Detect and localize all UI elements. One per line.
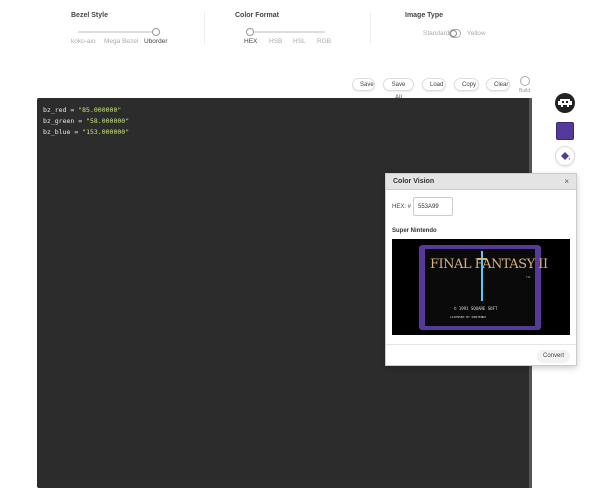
color-format-slider-track[interactable]	[250, 31, 325, 33]
bezel-option-koko-aio[interactable]: koko-aio	[71, 38, 96, 45]
panel-header: Color Vision ×	[386, 174, 576, 190]
code-string: "58.000000"	[86, 117, 130, 125]
bezel-option-uborder[interactable]: Uborder	[144, 38, 167, 45]
divider	[370, 12, 371, 44]
color-swatch[interactable]	[556, 122, 574, 140]
game-license: LICENSED BY NINTENDO	[450, 315, 487, 319]
color-format-title: Color Format	[235, 12, 279, 19]
image-type-toggle[interactable]	[449, 29, 461, 38]
divider	[386, 344, 576, 345]
hex-input[interactable]: 553A99	[413, 197, 453, 216]
image-type-toggle-knob	[450, 30, 457, 37]
bezel-style-title: Bezel Style	[71, 12, 108, 19]
game-tm: TM	[526, 275, 531, 279]
load-button[interactable]: Load	[422, 78, 446, 91]
save-all-button[interactable]: Save All	[383, 78, 414, 101]
game-title: FINAL FANTASY II	[430, 257, 548, 272]
code-var: bz_green	[43, 117, 75, 125]
code-line: bz_green = "58.000000"	[43, 117, 130, 125]
format-option-rgb[interactable]: RGB	[317, 38, 331, 45]
color-format-slider-knob[interactable]	[246, 28, 254, 36]
build-label: Build	[519, 88, 531, 94]
bezel-style-slider-knob[interactable]	[152, 28, 160, 36]
code-string: "153.000000"	[82, 128, 130, 136]
paint-bucket-icon[interactable]	[555, 146, 575, 166]
code-var: bz_blue	[43, 128, 71, 136]
divider	[204, 12, 205, 44]
format-option-hex[interactable]: HEX	[244, 38, 257, 45]
panel-title: Color Vision	[393, 178, 435, 185]
convert-button[interactable]: Convert	[536, 350, 570, 363]
code-line: bz_red = "85.000000"	[43, 106, 122, 114]
system-label: Super Nintendo	[392, 228, 437, 234]
code-string: "85.000000"	[78, 106, 122, 114]
image-type-yellow-label: Yellow	[467, 30, 486, 37]
close-icon[interactable]: ×	[564, 177, 569, 186]
hex-label: HEX: #	[392, 204, 412, 210]
code-line: bz_blue = "153.000000"	[43, 128, 130, 136]
build-toggle[interactable]	[520, 76, 530, 86]
clear-button[interactable]: Clear	[486, 78, 510, 91]
image-type-title: Image Type	[405, 12, 443, 19]
game-copyright: © 1991 SQUARE SOFT	[454, 306, 498, 311]
bezel-option-mega-bezel[interactable]: Mega Bezel	[104, 38, 138, 45]
save-button[interactable]: Save	[352, 78, 375, 91]
sword-guard	[477, 258, 487, 260]
format-option-hsl[interactable]: HSL	[293, 38, 306, 45]
game-preview-image: FINAL FANTASY II TM © 1991 SQUARE SOFT L…	[392, 239, 570, 335]
copy-button[interactable]: Copy	[454, 78, 479, 91]
format-option-hsb[interactable]: HSB	[269, 38, 282, 45]
image-type-standard-label: Standard	[423, 30, 450, 37]
invader-icon[interactable]	[555, 93, 575, 113]
bezel-style-slider-track[interactable]	[78, 31, 160, 33]
color-vision-panel: Color Vision × HEX: # 553A99 Super Ninte…	[385, 173, 577, 366]
code-var: bz_red	[43, 106, 67, 114]
